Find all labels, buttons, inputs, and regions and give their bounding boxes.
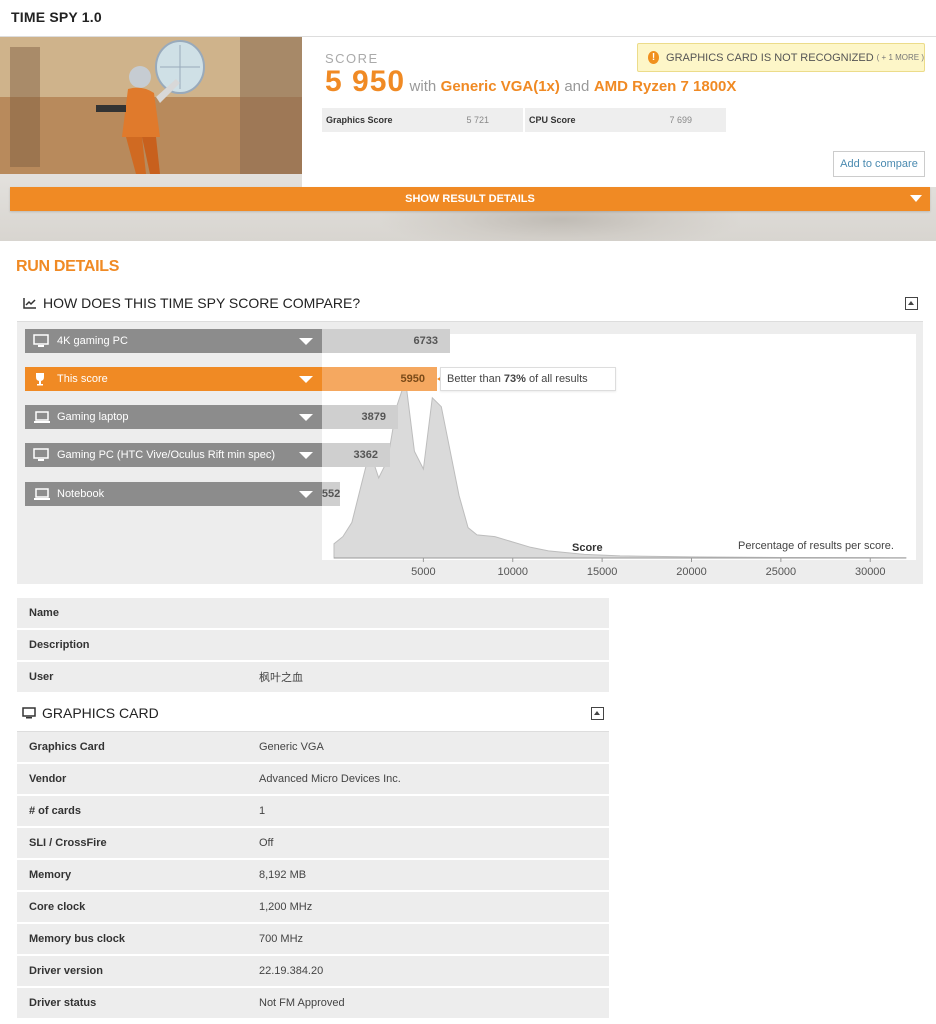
x-tick-label: 30000 bbox=[855, 566, 886, 578]
monitor-icon bbox=[22, 706, 36, 719]
bar-value: 552 bbox=[322, 482, 340, 506]
info-key: User bbox=[29, 671, 54, 683]
x-tick-label: 10000 bbox=[497, 566, 528, 578]
gpu-row: Driver version 22.19.384.20 bbox=[17, 956, 609, 986]
gpu-key: Memory bbox=[29, 869, 72, 881]
score-axis-label: Score bbox=[572, 542, 603, 554]
gpu-row: Graphics Card Generic VGA bbox=[17, 732, 609, 762]
x-tick-label: 15000 bbox=[587, 566, 618, 578]
chevron-down-icon[interactable] bbox=[299, 338, 313, 345]
gpu-value: 700 MHz bbox=[259, 933, 304, 945]
gpu-value: 8,192 MB bbox=[259, 869, 307, 881]
info-row-description: Description bbox=[17, 630, 609, 660]
gpu-key: Core clock bbox=[29, 901, 86, 913]
bar-label-gaming-laptop[interactable]: Gaming laptop bbox=[25, 405, 322, 429]
collapse-graphics-card-icon[interactable] bbox=[591, 707, 604, 720]
graphics-card-table: Graphics Card Generic VGA Vendor Advanced … bbox=[17, 732, 609, 1020]
better-than-callout: Better than 73% of all results bbox=[440, 367, 616, 391]
bar-label-4k-gaming-pc[interactable]: 4K gaming PC bbox=[25, 329, 322, 353]
better-suffix: of all results bbox=[528, 373, 588, 385]
bar-label-notebook[interactable]: Notebook bbox=[25, 482, 322, 506]
graphics-card-section-header: GRAPHICS CARD bbox=[17, 694, 609, 732]
better-prefix: Better than bbox=[447, 373, 501, 385]
bar-label-text: Notebook bbox=[57, 488, 105, 500]
gpu-value: 1,200 MHz bbox=[259, 901, 313, 913]
chevron-down-icon[interactable] bbox=[299, 452, 313, 459]
bar-label-gaming-pc-vr[interactable]: Gaming PC (HTC Vive/Oculus Rift min spec… bbox=[25, 443, 322, 467]
graphics-card-title: GRAPHICS CARD bbox=[42, 704, 159, 721]
bar-value: 6733 bbox=[322, 329, 450, 353]
gpu-key: SLI / CrossFire bbox=[29, 837, 107, 849]
gpu-row: Memory 8,192 MB bbox=[17, 860, 609, 890]
info-key: Description bbox=[29, 639, 90, 651]
distribution-area bbox=[333, 379, 907, 559]
info-row-name: Name bbox=[17, 598, 609, 628]
gpu-row: SLI / CrossFire Off bbox=[17, 828, 609, 858]
gpu-value: Not FM Approved bbox=[259, 997, 345, 1009]
gpu-value: Off bbox=[259, 837, 274, 849]
gpu-key: Vendor bbox=[29, 773, 67, 785]
bar-value: 3879 bbox=[322, 405, 398, 429]
bar-value: 5950 bbox=[322, 367, 437, 391]
desktop-icon bbox=[33, 334, 49, 351]
gpu-key: # of cards bbox=[29, 805, 81, 817]
trophy-icon bbox=[33, 372, 47, 389]
bar-label-text: Gaming PC (HTC Vive/Oculus Rift min spec… bbox=[57, 449, 276, 461]
chevron-down-icon[interactable] bbox=[299, 491, 313, 498]
gpu-row: Vendor Advanced Micro Devices Inc. bbox=[17, 764, 609, 794]
info-key: Name bbox=[29, 607, 59, 619]
chevron-down-icon[interactable] bbox=[299, 376, 313, 383]
bar-label-text: 4K gaming PC bbox=[57, 335, 128, 347]
gpu-value: 22.19.384.20 bbox=[259, 965, 324, 977]
gpu-row: Memory bus clock 700 MHz bbox=[17, 924, 609, 954]
gpu-row: # of cards 1 bbox=[17, 796, 609, 826]
gpu-key: Graphics Card bbox=[29, 741, 105, 753]
bar-label-text: This score bbox=[57, 373, 108, 385]
laptop-icon bbox=[33, 410, 51, 427]
bar-label-text: Gaming laptop bbox=[57, 411, 129, 423]
info-value: 枫叶之血 bbox=[259, 672, 303, 684]
x-axis-ticks: 5000 10000 15000 20000 25000 30000 bbox=[411, 558, 886, 578]
chevron-down-icon[interactable] bbox=[299, 414, 313, 421]
desktop-icon bbox=[33, 448, 49, 465]
x-tick-label: 20000 bbox=[676, 566, 707, 578]
gpu-value: 1 bbox=[259, 805, 266, 817]
x-tick-label: 5000 bbox=[411, 566, 435, 578]
bar-value: 3362 bbox=[322, 443, 390, 467]
gpu-row: Driver status Not FM Approved bbox=[17, 988, 609, 1018]
run-info-table: Name Description User 枫叶之血 bbox=[17, 598, 609, 694]
better-percent: 73% bbox=[503, 373, 526, 385]
bar-label-this-score[interactable]: This score bbox=[25, 367, 322, 391]
gpu-key: Driver version bbox=[29, 965, 103, 977]
laptop-icon bbox=[33, 487, 51, 504]
gpu-row: Core clock 1,200 MHz bbox=[17, 892, 609, 922]
x-tick-label: 25000 bbox=[766, 566, 797, 578]
gpu-key: Driver status bbox=[29, 997, 97, 1009]
gpu-value: Advanced Micro Devices Inc. bbox=[259, 773, 401, 785]
percentage-axis-label: Percentage of results per score. bbox=[738, 540, 894, 552]
gpu-value: Generic VGA bbox=[259, 741, 324, 753]
gpu-key: Memory bus clock bbox=[29, 933, 125, 945]
info-row-user: User 枫叶之血 bbox=[17, 662, 609, 692]
